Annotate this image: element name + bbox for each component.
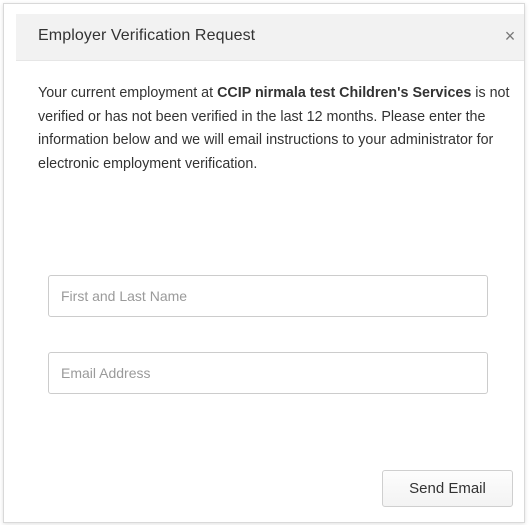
employer-verification-dialog: Employer Verification Request × Your cur… <box>3 3 525 523</box>
email-address-input[interactable] <box>48 352 488 394</box>
dialog-header: Employer Verification Request × <box>16 14 524 61</box>
employer-name: CCIP nirmala test Children's Services <box>217 85 472 101</box>
message-prefix: Your current employment at <box>38 85 218 101</box>
close-icon[interactable]: × <box>500 26 520 46</box>
full-name-input[interactable] <box>48 275 488 317</box>
verification-message: Your current employment at CCIP nirmala … <box>38 82 510 176</box>
dialog-title: Employer Verification Request <box>38 27 256 44</box>
send-email-button[interactable]: Send Email <box>382 470 513 507</box>
